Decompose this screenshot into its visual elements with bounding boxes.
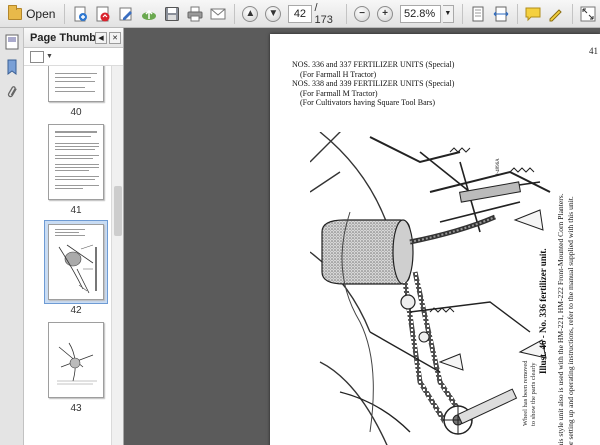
options-icon[interactable]	[30, 50, 44, 63]
next-page-button[interactable]: ▼	[262, 3, 284, 25]
heading-line: (For Cultivators having Square Tool Bars…	[300, 98, 436, 107]
toolbar-separator	[234, 3, 236, 24]
acrobat-button[interactable]	[92, 3, 114, 25]
toolbar: Open ▲ ▼ 42 / 173 − + 52.8% ▼	[0, 0, 600, 28]
fit-page-icon	[472, 6, 484, 21]
arrow-down-icon: ▼	[265, 5, 282, 22]
illustration-mark: 8-4896A	[496, 158, 501, 176]
page-number-input[interactable]: 42	[288, 4, 312, 23]
comment-icon	[525, 7, 541, 21]
toolbar-separator	[462, 3, 464, 24]
expand-button[interactable]	[577, 3, 599, 25]
sign-icon	[549, 8, 562, 21]
email-button[interactable]	[207, 3, 229, 25]
plus-icon: +	[377, 5, 393, 22]
previous-page-button[interactable]: ▲	[239, 3, 261, 25]
create-pdf-button[interactable]	[69, 3, 91, 25]
page-thumbnails-tab-icon[interactable]	[4, 34, 20, 50]
thumbnail-image	[48, 66, 104, 102]
zoom-out-button[interactable]: −	[351, 3, 373, 25]
chevron-down-icon[interactable]: ▼	[46, 53, 53, 60]
collapse-panel-button[interactable]: ◀	[95, 31, 107, 44]
thumbnail-illustration	[58, 244, 97, 294]
print-button[interactable]	[184, 3, 206, 25]
heading-line: NOS. 338 and 339 FERTILIZER UNITS (Speci…	[292, 79, 455, 88]
folder-icon	[8, 4, 23, 20]
zoom-dropdown[interactable]: ▼	[442, 4, 455, 23]
document-view[interactable]: 41 NOS. 336 and 337 FERTILIZER UNITS (Sp…	[124, 28, 600, 445]
thumbnail-image	[48, 124, 104, 200]
expand-icon	[580, 6, 596, 21]
toolbar-separator	[517, 3, 519, 24]
paperclip-icon[interactable]	[4, 84, 20, 100]
thumbnail-image	[48, 322, 104, 398]
open-label: Open	[26, 6, 56, 21]
fit-page-button[interactable]	[467, 3, 489, 25]
panel-header: Page Thumbna... ◀ ✕	[24, 28, 123, 48]
scrollbar-thumb[interactable]	[114, 186, 122, 236]
thumbnail-list: 40 41 42 43	[24, 66, 112, 445]
double-chevron-left-icon: ◀	[98, 34, 104, 42]
email-icon	[210, 8, 226, 19]
save-icon	[165, 6, 180, 21]
illustration-caption: Illust. 46 - No. 336 fertilizer unit.	[538, 248, 548, 374]
chevron-down-icon: ▼	[444, 10, 452, 17]
wheel-note: Wheel has been removed to show the parts…	[522, 360, 537, 426]
page-thumbnails-panel: Page Thumbna... ◀ ✕ ▼ 40	[24, 28, 124, 445]
cloud-upload-icon	[142, 9, 157, 20]
create-pdf-icon	[74, 6, 88, 21]
description-line: This style unit also is used with the HM…	[556, 193, 565, 445]
page-number-text: 41	[589, 46, 598, 56]
thumbnail-label: 42	[70, 305, 82, 316]
note-line: Wheel has been removed	[522, 360, 529, 426]
thumbnail-image	[48, 224, 104, 300]
page-total: / 173	[314, 1, 333, 26]
print-icon	[187, 6, 203, 21]
thumbnail-scrollbar[interactable]	[111, 66, 123, 445]
sign-button[interactable]	[545, 3, 567, 25]
thumbnail-label: 41	[70, 205, 82, 216]
toolbar-separator	[64, 3, 66, 24]
close-icon: ✕	[112, 34, 118, 42]
edit-icon	[119, 7, 133, 20]
fertilizer-unit-illustration	[310, 132, 551, 445]
thumbnail-label: 43	[70, 403, 82, 414]
document-page: 41 NOS. 336 and 337 FERTILIZER UNITS (Sp…	[270, 34, 600, 445]
zoom-in-button[interactable]: +	[374, 3, 396, 25]
arrow-up-icon: ▲	[242, 5, 259, 22]
toolbar-separator	[572, 3, 574, 24]
edit-button[interactable]	[115, 3, 137, 25]
upload-button[interactable]	[138, 3, 160, 25]
bookmark-icon[interactable]	[4, 59, 20, 75]
thumbnail-label: 40	[70, 107, 82, 118]
toolbar-separator	[346, 3, 347, 24]
panel-title: Page Thumbna...	[30, 31, 95, 44]
open-button[interactable]: Open	[4, 3, 59, 25]
panel-toolbar: ▼	[24, 48, 123, 66]
comment-button[interactable]	[522, 3, 544, 25]
minus-icon: −	[354, 5, 370, 22]
acrobat-icon	[96, 6, 110, 21]
heading-line: (For Farmall H Tractor)	[300, 69, 377, 79]
heading-line: (For Farmall M Tractor)	[300, 88, 378, 98]
save-button[interactable]	[161, 3, 183, 25]
heading-line: NOS. 336 and 337 FERTILIZER UNITS (Speci…	[292, 60, 455, 69]
page-heading: NOS. 336 and 337 FERTILIZER UNITS (Speci…	[292, 60, 454, 108]
fit-width-icon	[493, 6, 509, 21]
thumbnail-illustration	[57, 342, 97, 385]
zoom-input[interactable]: 52.8%	[400, 4, 441, 23]
close-panel-button[interactable]: ✕	[109, 31, 121, 44]
note-line: to show the parts clearly	[529, 362, 537, 426]
navigation-pane-strip	[0, 28, 24, 445]
description-line: For setting up and operating instruction…	[566, 196, 575, 445]
fit-width-button[interactable]	[490, 3, 512, 25]
